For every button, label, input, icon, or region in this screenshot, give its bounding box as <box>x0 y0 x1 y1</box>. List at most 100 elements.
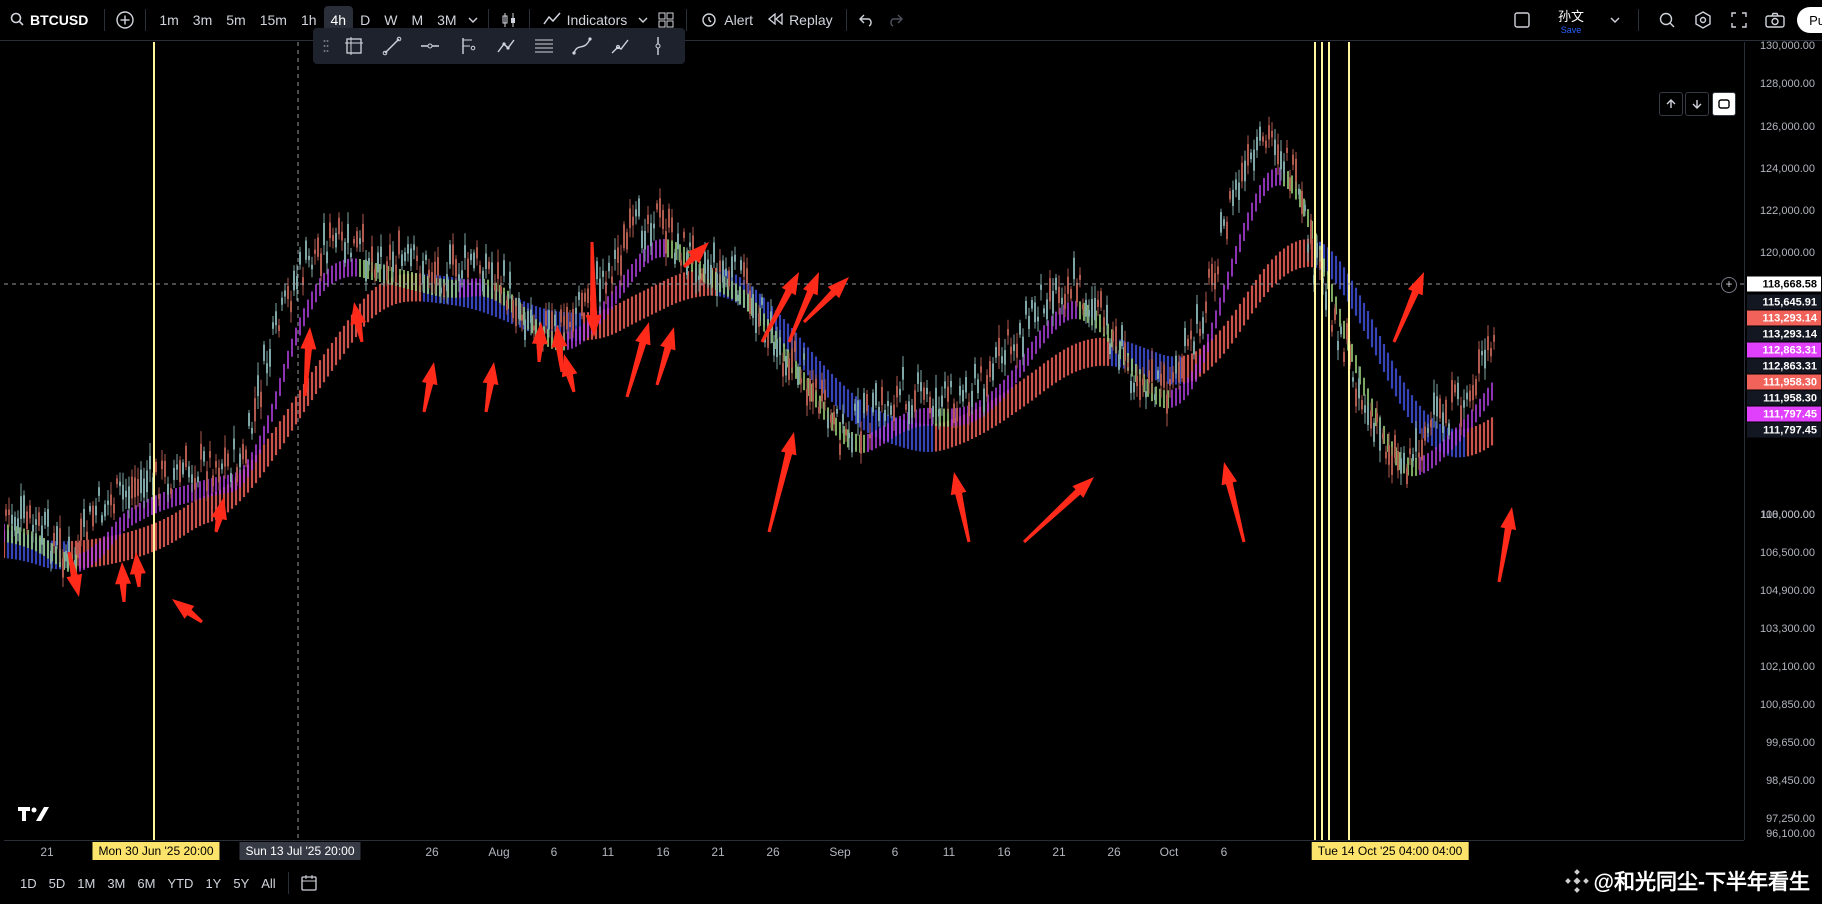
candle-body <box>104 504 106 517</box>
path-icon[interactable] <box>489 31 523 61</box>
candle-body <box>947 386 949 402</box>
symbol-search[interactable]: BTCUSD <box>0 12 98 29</box>
candle-body <box>644 230 646 250</box>
candle-body <box>95 505 97 516</box>
price-axis[interactable]: 130,000.00 128,000.00 126,000.00 124,000.00… <box>1721 40 1822 840</box>
add-price-alert-icon[interactable]: + <box>1721 277 1737 293</box>
publish-button[interactable]: Pu <box>1797 7 1822 33</box>
candle-body <box>1238 182 1240 200</box>
candle-body <box>1400 458 1402 474</box>
range-1Y[interactable]: 1Y <box>199 876 227 891</box>
candle-body <box>71 548 73 553</box>
layout-square-icon[interactable] <box>1508 6 1536 34</box>
parallel-channel-icon[interactable] <box>527 31 561 61</box>
candle-body <box>1199 328 1201 336</box>
chart-pane[interactable] <box>2 42 1744 840</box>
interval-5m[interactable]: 5m <box>219 6 252 34</box>
interval-1m[interactable]: 1m <box>152 6 185 34</box>
candle-body <box>1175 355 1177 374</box>
alert-button[interactable]: Alert <box>693 6 760 34</box>
interval-15m[interactable]: 15m <box>253 6 294 34</box>
range-5D[interactable]: 5D <box>43 876 72 891</box>
crosshair-price-label: 118,668.58 <box>1747 276 1821 292</box>
candle-body <box>383 269 385 281</box>
redo-icon[interactable] <box>881 6 909 34</box>
candle-body <box>236 467 238 482</box>
candle-body <box>581 292 583 317</box>
candle-body <box>299 252 301 265</box>
candle-body <box>449 244 451 265</box>
candle-body <box>227 453 229 467</box>
candle-body <box>875 383 877 406</box>
candle-body <box>713 242 715 263</box>
frame-icon[interactable] <box>337 31 371 61</box>
candle-body <box>1487 336 1489 351</box>
candle-body <box>1193 341 1195 355</box>
horizontal-ray-icon[interactable] <box>413 31 447 61</box>
candle-body <box>83 508 85 528</box>
scroll-down-button[interactable] <box>1685 92 1709 116</box>
candle-body <box>404 252 406 262</box>
candle-body <box>5 509 7 516</box>
candle-body <box>1463 400 1465 408</box>
candle-body <box>440 287 442 294</box>
candle-body <box>209 451 211 458</box>
candle-body <box>1304 204 1306 212</box>
scroll-up-button[interactable] <box>1659 92 1683 116</box>
candle-body <box>791 348 793 369</box>
layout-name-button[interactable]: 孙文 Save <box>1544 6 1598 35</box>
camera-icon[interactable] <box>1761 6 1789 34</box>
fork-icon[interactable] <box>451 31 485 61</box>
candle-body <box>959 385 961 396</box>
indicators-label: Indicators <box>566 12 628 28</box>
candle-body <box>77 542 79 559</box>
candle-body <box>251 427 253 434</box>
range-1M[interactable]: 1M <box>71 876 101 891</box>
quick-search-icon[interactable] <box>1653 6 1681 34</box>
polyline-icon[interactable] <box>603 31 637 61</box>
range-3M[interactable]: 3M <box>101 876 131 891</box>
time-axis[interactable]: 2126Aug611162126Sep611162126Oct626Mon 30… <box>4 840 1744 863</box>
candle-body <box>806 389 808 406</box>
candle-body <box>689 242 691 247</box>
candle-body <box>1079 274 1081 280</box>
chevron-down-icon[interactable] <box>1606 6 1624 34</box>
replay-button[interactable]: Replay <box>760 6 840 34</box>
candle-body <box>758 313 760 327</box>
candle-body <box>122 484 124 500</box>
candle-body <box>512 300 514 319</box>
candle-body <box>338 217 340 235</box>
candle-body <box>1469 390 1471 402</box>
curve-icon[interactable] <box>565 31 599 61</box>
candle-body <box>1454 384 1456 393</box>
candle-body <box>212 475 214 487</box>
compare-add-icon[interactable] <box>111 6 139 34</box>
reset-chart-button[interactable] <box>1712 92 1736 116</box>
indicator-price-label: 115,645.91 <box>1747 294 1821 310</box>
candle-body <box>635 209 637 217</box>
price-chart[interactable] <box>2 42 1744 840</box>
candle-body <box>242 444 244 460</box>
vertical-line-icon[interactable] <box>641 31 675 61</box>
trend-line-icon[interactable] <box>375 31 409 61</box>
interval-3m[interactable]: 3m <box>186 6 219 34</box>
range-5Y[interactable]: 5Y <box>227 876 255 891</box>
candle-body <box>1460 405 1462 427</box>
range-1D[interactable]: 1D <box>14 876 43 891</box>
undo-icon[interactable] <box>853 6 881 34</box>
candle-body <box>1403 452 1405 465</box>
candle-body <box>1451 379 1453 403</box>
drag-handle-icon[interactable] <box>319 31 333 61</box>
calendar-goto-icon[interactable] <box>295 869 323 897</box>
time-tick: 16 <box>997 845 1011 859</box>
candle-body <box>1478 349 1480 374</box>
fullscreen-icon[interactable] <box>1725 6 1753 34</box>
candle-body <box>1439 398 1441 419</box>
candle-body <box>1436 396 1438 417</box>
range-All[interactable]: All <box>255 876 281 891</box>
range-6M[interactable]: 6M <box>131 876 161 891</box>
settings-gear-icon[interactable] <box>1689 6 1717 34</box>
candle-body <box>314 249 316 254</box>
candle-body <box>734 254 736 262</box>
range-YTD[interactable]: YTD <box>161 876 199 891</box>
